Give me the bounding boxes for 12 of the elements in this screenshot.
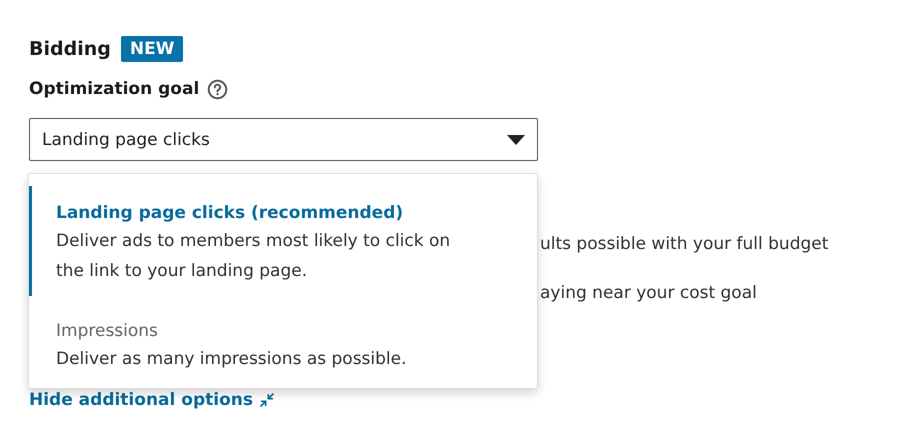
caret-icon <box>507 134 525 144</box>
help-icon[interactable] <box>207 78 228 100</box>
section-title: Bidding <box>29 38 111 60</box>
field-label: Optimization goal <box>29 79 200 99</box>
hide-options-link[interactable]: Hide additional options <box>29 388 275 412</box>
goal-dropdown[interactable]: Landing page clicks <box>29 118 538 161</box>
menu-option[interactable]: Landing page clicks (recommended) Deliver ads to members most likely to click on the link to your landing page. <box>29 186 537 296</box>
option-description: aying near your cost goal <box>540 282 757 305</box>
new-badge: NEW <box>120 36 184 62</box>
menu-option[interactable]: Impressions Deliver as many impressions as possible. <box>29 296 537 374</box>
collapse-icon <box>258 392 275 408</box>
option-description: ults possible with your full budget <box>540 233 828 256</box>
